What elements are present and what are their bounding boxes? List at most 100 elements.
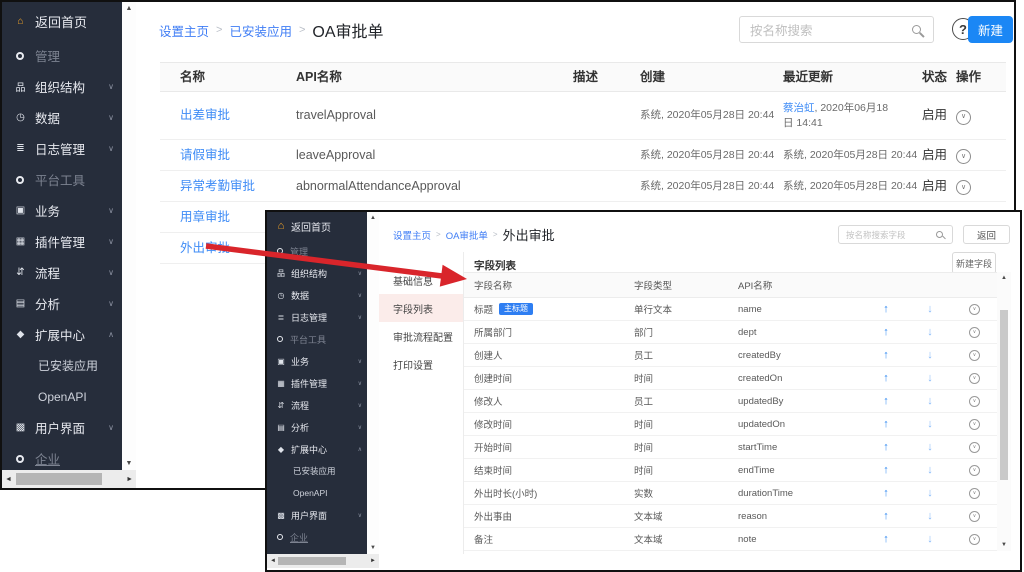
chevron-down-icon: ∨	[358, 292, 362, 299]
move-down-icon[interactable]: ↓	[927, 510, 933, 522]
move-up-icon[interactable]: ↑	[883, 487, 889, 499]
row-actions-icon[interactable]: ∨	[969, 442, 980, 453]
move-down-icon[interactable]: ↓	[927, 395, 933, 407]
scroll-up-icon[interactable]: ▲	[997, 275, 1011, 281]
sidebar-item-log-management[interactable]: ≣日志管理∨	[2, 133, 122, 164]
detail-nav-item[interactable]: 基础信息	[379, 266, 463, 294]
sidebar-item-log-management[interactable]: ≣日志管理∨	[267, 306, 367, 328]
move-up-icon[interactable]: ↑	[883, 441, 889, 453]
sidebar-item-extension-center[interactable]: ◆扩展中心∧	[2, 319, 122, 350]
approval-name-link[interactable]: 请假审批	[180, 148, 230, 162]
sidebar-item-plugin-management[interactable]: ▦插件管理∨	[2, 226, 122, 257]
breadcrumb-link[interactable]: 已安装应用	[229, 21, 292, 40]
sidebar-item-home[interactable]: ⌂返回首页	[267, 212, 367, 240]
move-up-icon[interactable]: ↑	[883, 510, 889, 522]
sidebar-item-data[interactable]: ◷数据∨	[2, 102, 122, 133]
row-actions-icon[interactable]: ∨	[969, 488, 980, 499]
scroll-up-icon[interactable]: ▲	[122, 5, 136, 12]
sidebar-item-installed-apps[interactable]: 已安装应用	[267, 460, 367, 482]
scroll-down-icon[interactable]: ▼	[122, 460, 136, 467]
main-sidebar-vertical-scrollbar[interactable]: ▲ ▼	[122, 2, 136, 470]
sidebar-item-analysis[interactable]: ▤分析∨	[267, 416, 367, 438]
row-actions-icon[interactable]: ∨	[969, 350, 980, 361]
move-down-icon[interactable]: ↓	[927, 533, 933, 545]
sidebar-item-installed-apps[interactable]: 已安装应用	[2, 350, 122, 381]
back-button[interactable]: 返回	[963, 225, 1010, 244]
detail-nav-item[interactable]: 审批流程配置	[379, 322, 463, 350]
detail-sidebar-vertical-scrollbar[interactable]: ▲ ▼	[367, 212, 379, 554]
scroll-left-icon[interactable]: ◄	[5, 470, 12, 488]
move-up-icon[interactable]: ↑	[883, 372, 889, 384]
detail-sidebar-horizontal-scrollbar[interactable]: ◄ ►	[267, 554, 379, 568]
detail-nav-item[interactable]: 字段列表	[379, 294, 463, 322]
row-actions-icon[interactable]: ∨	[969, 511, 980, 522]
scroll-right-icon[interactable]: ►	[126, 470, 133, 488]
sidebar-item-user-interface[interactable]: ▩用户界面∨	[2, 412, 122, 443]
sidebar-item-process[interactable]: ⇵流程∨	[267, 394, 367, 416]
row-actions-icon[interactable]: ∨	[956, 110, 971, 125]
move-down-icon[interactable]: ↓	[927, 326, 933, 338]
move-down-icon[interactable]: ↓	[927, 372, 933, 384]
row-actions-icon[interactable]: ∨	[969, 304, 980, 315]
breadcrumb-link[interactable]: 设置主页	[393, 228, 431, 242]
move-up-icon[interactable]: ↑	[883, 533, 889, 545]
main-sidebar-horizontal-scrollbar[interactable]: ◄ ►	[2, 470, 136, 488]
row-actions-icon[interactable]: ∨	[969, 534, 980, 545]
row-actions-icon[interactable]: ∨	[969, 396, 980, 407]
move-down-icon[interactable]: ↓	[927, 464, 933, 476]
move-up-icon[interactable]: ↑	[883, 418, 889, 430]
breadcrumb-link[interactable]: OA审批单	[446, 228, 488, 242]
move-down-icon[interactable]: ↓	[927, 487, 933, 499]
move-down-icon[interactable]: ↓	[927, 303, 933, 315]
sidebar-item-plugin-management[interactable]: ▦插件管理∨	[267, 372, 367, 394]
sidebar-item-data[interactable]: ◷数据∨	[267, 284, 367, 306]
approval-name-link[interactable]: 用章审批	[180, 210, 230, 224]
row-actions-icon[interactable]: ∨	[956, 149, 971, 164]
scrollbar-thumb[interactable]	[1000, 310, 1008, 480]
move-down-icon[interactable]: ↓	[927, 349, 933, 361]
row-actions-icon[interactable]: ∨	[956, 180, 971, 195]
sidebar-item-process[interactable]: ⇵流程∨	[2, 257, 122, 288]
sidebar-item-home[interactable]: ⌂返回首页	[2, 2, 122, 40]
sidebar-item-business[interactable]: ▣业务∨	[2, 195, 122, 226]
scroll-up-icon[interactable]: ▲	[367, 215, 379, 221]
field-table-scrollbar[interactable]: ▲ ▼	[997, 272, 1011, 551]
scroll-left-icon[interactable]: ◄	[270, 554, 276, 568]
new-button[interactable]: 新建	[968, 16, 1013, 43]
detail-nav-item[interactable]: 打印设置	[379, 350, 463, 378]
search-input[interactable]: 按名称搜索	[739, 16, 934, 43]
api-name-cell: abnormalAttendanceApproval	[275, 178, 545, 195]
row-actions-icon[interactable]: ∨	[969, 373, 980, 384]
move-up-icon[interactable]: ↑	[883, 303, 889, 315]
approval-name-link[interactable]: 外出审批	[180, 241, 230, 255]
scroll-down-icon[interactable]: ▼	[997, 542, 1011, 548]
move-up-icon[interactable]: ↑	[883, 349, 889, 361]
field-name: 创建人	[474, 348, 503, 362]
field-search-input[interactable]: 按名称搜索字段	[838, 225, 953, 244]
sidebar-item-org-structure[interactable]: 品组织结构∨	[2, 71, 122, 102]
scroll-down-icon[interactable]: ▼	[367, 545, 379, 551]
scroll-right-icon[interactable]: ►	[370, 554, 376, 568]
scrollbar-thumb[interactable]	[16, 473, 102, 485]
updater-link[interactable]: 蔡治虹	[783, 102, 815, 114]
row-actions-icon[interactable]: ∨	[969, 419, 980, 430]
move-up-icon[interactable]: ↑	[883, 326, 889, 338]
scrollbar-thumb[interactable]	[278, 557, 346, 565]
new-field-button[interactable]: 新建字段	[952, 252, 996, 274]
sidebar-item-org-structure[interactable]: 品组织结构∨	[267, 262, 367, 284]
sidebar-item-openapi[interactable]: OpenAPI	[267, 482, 367, 504]
move-down-icon[interactable]: ↓	[927, 418, 933, 430]
sidebar-item-user-interface[interactable]: ▩用户界面∨	[267, 504, 367, 526]
approval-name-link[interactable]: 异常考勤审批	[180, 179, 255, 193]
move-down-icon[interactable]: ↓	[927, 441, 933, 453]
sidebar-item-extension-center[interactable]: ◆扩展中心∧	[267, 438, 367, 460]
approval-name-link[interactable]: 出差审批	[180, 108, 230, 122]
sidebar-item-openapi[interactable]: OpenAPI	[2, 381, 122, 412]
breadcrumb-link[interactable]: 设置主页	[159, 21, 209, 40]
move-up-icon[interactable]: ↑	[883, 395, 889, 407]
row-actions-icon[interactable]: ∨	[969, 327, 980, 338]
sidebar-item-business[interactable]: ▣业务∨	[267, 350, 367, 372]
sidebar-item-analysis[interactable]: ▤分析∨	[2, 288, 122, 319]
move-up-icon[interactable]: ↑	[883, 464, 889, 476]
row-actions-icon[interactable]: ∨	[969, 465, 980, 476]
